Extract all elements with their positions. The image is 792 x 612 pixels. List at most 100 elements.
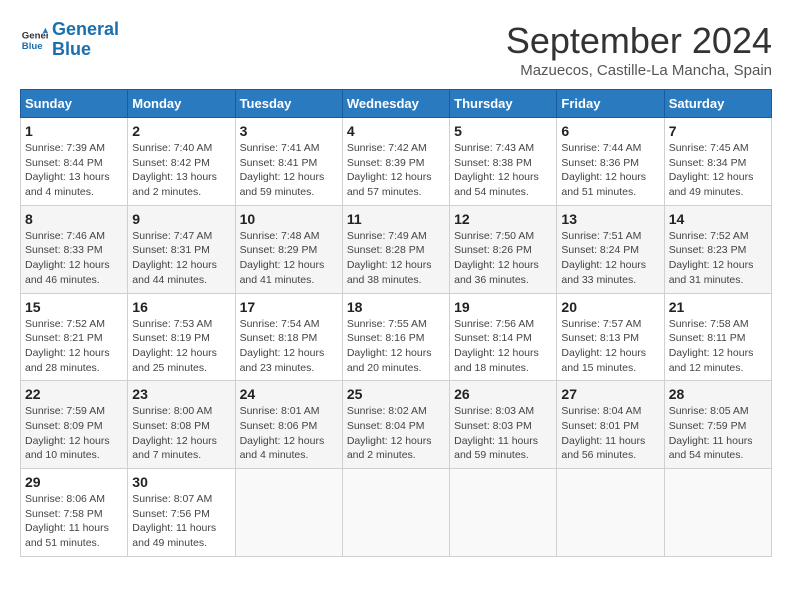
calendar-cell: 11 Sunrise: 7:49 AMSunset: 8:28 PMDayligh…	[342, 205, 449, 293]
calendar-cell: 19Sunrise: 7:56 AMSunset: 8:14 PMDayligh…	[450, 293, 557, 381]
day-info: Sunrise: 8:03 AMSunset: 8:03 PMDaylight:…	[454, 404, 552, 463]
calendar-cell: 23 Sunrise: 8:00 AMSunset: 8:08 PMDayligh…	[128, 381, 235, 469]
day-info: Sunrise: 8:05 AMSunset: 7:59 PMDaylight:…	[669, 404, 767, 463]
logo: General Blue GeneralBlue	[20, 20, 119, 60]
calendar-cell: 15 Sunrise: 7:52 AMSunset: 8:21 PMDayligh…	[21, 293, 128, 381]
title-block: September 2024 Mazuecos, Castille-La Man…	[506, 20, 772, 79]
calendar-week-row: 8 Sunrise: 7:46 AMSunset: 8:33 PMDaylight…	[21, 205, 772, 293]
day-number: 11	[347, 211, 445, 227]
day-number: 7	[669, 123, 767, 139]
calendar-week-row: 1Sunrise: 7:39 AMSunset: 8:44 PMDaylight…	[21, 118, 772, 206]
day-info: Sunrise: 7:53 AMSunset: 8:19 PMDaylight:…	[132, 317, 230, 376]
day-number: 10	[240, 211, 338, 227]
calendar-cell	[557, 469, 664, 557]
calendar-cell: 22Sunrise: 7:59 AMSunset: 8:09 PMDayligh…	[21, 381, 128, 469]
calendar-cell: 29 Sunrise: 8:06 AMSunset: 7:58 PMDayligh…	[21, 469, 128, 557]
calendar-cell: 17 Sunrise: 7:54 AMSunset: 8:18 PMDayligh…	[235, 293, 342, 381]
calendar-cell	[450, 469, 557, 557]
day-number: 8	[25, 211, 123, 227]
calendar-cell: 7 Sunrise: 7:45 AMSunset: 8:34 PMDaylight…	[664, 118, 771, 206]
day-number: 18	[347, 299, 445, 315]
day-number: 20	[561, 299, 659, 315]
day-number: 19	[454, 299, 552, 315]
day-info: Sunrise: 7:59 AMSunset: 8:09 PMDaylight:…	[25, 404, 123, 463]
location-subtitle: Mazuecos, Castille-La Mancha, Spain	[506, 62, 772, 79]
day-number: 2	[132, 123, 230, 139]
day-number: 16	[132, 299, 230, 315]
day-info: Sunrise: 7:46 AMSunset: 8:33 PMDaylight:…	[25, 229, 123, 288]
day-number: 29	[25, 474, 123, 490]
day-number: 26	[454, 386, 552, 402]
calendar-week-row: 15 Sunrise: 7:52 AMSunset: 8:21 PMDayligh…	[21, 293, 772, 381]
calendar-cell: 20 Sunrise: 7:57 AMSunset: 8:13 PMDayligh…	[557, 293, 664, 381]
calendar-cell: 13 Sunrise: 7:51 AMSunset: 8:24 PMDayligh…	[557, 205, 664, 293]
weekday-header: Thursday	[450, 90, 557, 118]
day-info: Sunrise: 7:41 AMSunset: 8:41 PMDaylight:…	[240, 141, 338, 200]
day-info: Sunrise: 8:00 AMSunset: 8:08 PMDaylight:…	[132, 404, 230, 463]
day-info: Sunrise: 7:43 AMSunset: 8:38 PMDaylight:…	[454, 141, 552, 200]
calendar-cell: 28 Sunrise: 8:05 AMSunset: 7:59 PMDayligh…	[664, 381, 771, 469]
day-info: Sunrise: 8:02 AMSunset: 8:04 PMDaylight:…	[347, 404, 445, 463]
day-number: 1	[25, 123, 123, 139]
day-number: 15	[25, 299, 123, 315]
calendar-table: SundayMondayTuesdayWednesdayThursdayFrid…	[20, 89, 772, 557]
day-info: Sunrise: 8:06 AMSunset: 7:58 PMDaylight:…	[25, 492, 123, 551]
day-info: Sunrise: 7:49 AMSunset: 8:28 PMDaylight:…	[347, 229, 445, 288]
day-info: Sunrise: 7:52 AMSunset: 8:21 PMDaylight:…	[25, 317, 123, 376]
day-number: 3	[240, 123, 338, 139]
day-number: 13	[561, 211, 659, 227]
calendar-cell: 27 Sunrise: 8:04 AMSunset: 8:01 PMDayligh…	[557, 381, 664, 469]
svg-text:Blue: Blue	[22, 41, 43, 52]
day-number: 9	[132, 211, 230, 227]
page-header: General Blue GeneralBlue September 2024 …	[20, 20, 772, 79]
weekday-header: Friday	[557, 90, 664, 118]
day-info: Sunrise: 7:42 AMSunset: 8:39 PMDaylight:…	[347, 141, 445, 200]
day-info: Sunrise: 8:04 AMSunset: 8:01 PMDaylight:…	[561, 404, 659, 463]
weekday-header: Saturday	[664, 90, 771, 118]
day-info: Sunrise: 7:45 AMSunset: 8:34 PMDaylight:…	[669, 141, 767, 200]
day-number: 25	[347, 386, 445, 402]
calendar-cell: 30 Sunrise: 8:07 AMSunset: 7:56 PMDayligh…	[128, 469, 235, 557]
calendar-cell: 3 Sunrise: 7:41 AMSunset: 8:41 PMDaylight…	[235, 118, 342, 206]
calendar-cell: 21Sunrise: 7:58 AMSunset: 8:11 PMDayligh…	[664, 293, 771, 381]
weekday-header: Tuesday	[235, 90, 342, 118]
day-number: 23	[132, 386, 230, 402]
calendar-cell: 25 Sunrise: 8:02 AMSunset: 8:04 PMDayligh…	[342, 381, 449, 469]
calendar-cell	[235, 469, 342, 557]
calendar-cell: 8 Sunrise: 7:46 AMSunset: 8:33 PMDaylight…	[21, 205, 128, 293]
calendar-week-row: 29 Sunrise: 8:06 AMSunset: 7:58 PMDayligh…	[21, 469, 772, 557]
day-info: Sunrise: 7:48 AMSunset: 8:29 PMDaylight:…	[240, 229, 338, 288]
day-number: 30	[132, 474, 230, 490]
weekday-header: Sunday	[21, 90, 128, 118]
calendar-cell: 6 Sunrise: 7:44 AMSunset: 8:36 PMDaylight…	[557, 118, 664, 206]
calendar-cell: 14Sunrise: 7:52 AMSunset: 8:23 PMDayligh…	[664, 205, 771, 293]
day-number: 4	[347, 123, 445, 139]
calendar-cell: 5 Sunrise: 7:43 AMSunset: 8:38 PMDaylight…	[450, 118, 557, 206]
day-info: Sunrise: 7:58 AMSunset: 8:11 PMDaylight:…	[669, 317, 767, 376]
day-info: Sunrise: 7:57 AMSunset: 8:13 PMDaylight:…	[561, 317, 659, 376]
day-number: 12	[454, 211, 552, 227]
day-number: 27	[561, 386, 659, 402]
day-number: 5	[454, 123, 552, 139]
logo-text: GeneralBlue	[52, 20, 119, 60]
day-info: Sunrise: 7:54 AMSunset: 8:18 PMDaylight:…	[240, 317, 338, 376]
day-info: Sunrise: 7:44 AMSunset: 8:36 PMDaylight:…	[561, 141, 659, 200]
calendar-cell: 26 Sunrise: 8:03 AMSunset: 8:03 PMDayligh…	[450, 381, 557, 469]
day-number: 6	[561, 123, 659, 139]
day-number: 28	[669, 386, 767, 402]
logo-icon: General Blue	[20, 26, 48, 54]
day-info: Sunrise: 7:51 AMSunset: 8:24 PMDaylight:…	[561, 229, 659, 288]
calendar-cell: 2 Sunrise: 7:40 AMSunset: 8:42 PMDaylight…	[128, 118, 235, 206]
day-info: Sunrise: 8:01 AMSunset: 8:06 PMDaylight:…	[240, 404, 338, 463]
day-info: Sunrise: 7:50 AMSunset: 8:26 PMDaylight:…	[454, 229, 552, 288]
day-number: 14	[669, 211, 767, 227]
day-number: 17	[240, 299, 338, 315]
day-number: 24	[240, 386, 338, 402]
calendar-cell: 1Sunrise: 7:39 AMSunset: 8:44 PMDaylight…	[21, 118, 128, 206]
day-info: Sunrise: 7:40 AMSunset: 8:42 PMDaylight:…	[132, 141, 230, 200]
calendar-cell: 4 Sunrise: 7:42 AMSunset: 8:39 PMDaylight…	[342, 118, 449, 206]
weekday-header-row: SundayMondayTuesdayWednesdayThursdayFrid…	[21, 90, 772, 118]
day-info: Sunrise: 8:07 AMSunset: 7:56 PMDaylight:…	[132, 492, 230, 551]
day-info: Sunrise: 7:55 AMSunset: 8:16 PMDaylight:…	[347, 317, 445, 376]
calendar-cell: 24 Sunrise: 8:01 AMSunset: 8:06 PMDayligh…	[235, 381, 342, 469]
